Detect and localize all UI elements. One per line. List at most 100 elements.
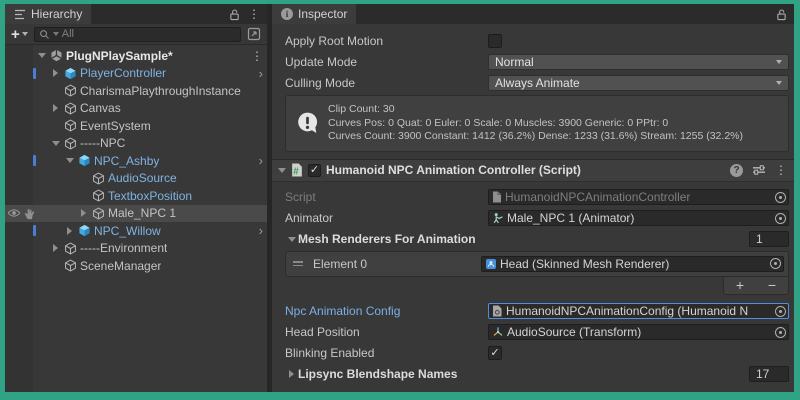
eye-icon[interactable] bbox=[7, 207, 21, 220]
mesh-renderers-element-row[interactable]: Element 0 Head (Skinned Mesh Renderer) bbox=[285, 251, 789, 277]
foldout-open-icon[interactable] bbox=[278, 168, 286, 173]
hierarchy-tab-icon bbox=[14, 9, 26, 20]
hierarchy-search-input[interactable]: All bbox=[34, 27, 241, 42]
warning-bubble-icon bbox=[295, 111, 320, 136]
foldout-closed-icon[interactable] bbox=[77, 209, 90, 217]
remove-element-button[interactable]: − bbox=[768, 278, 776, 292]
prefab-override-bar bbox=[33, 225, 36, 236]
drag-handle-icon[interactable] bbox=[293, 261, 303, 266]
script-object-field[interactable]: HumanoidNPCAnimationController bbox=[488, 189, 789, 205]
tree-row-label: PlugNPlaySample* bbox=[66, 49, 173, 63]
animator-object-field[interactable]: Male_NPC 1 (Animator) bbox=[488, 210, 789, 226]
inspector-tabbar: i Inspector bbox=[272, 4, 794, 24]
update-mode-label: Update Mode bbox=[285, 55, 488, 69]
lock-icon[interactable] bbox=[776, 8, 787, 21]
element-object-field[interactable]: Head (Skinned Mesh Renderer) bbox=[481, 256, 784, 272]
tree-row-label: CharismaPlaythroughInstance bbox=[80, 84, 241, 98]
foldout-closed-icon[interactable] bbox=[289, 370, 294, 378]
component-enabled-checkbox[interactable]: ✓ bbox=[308, 164, 321, 177]
gameobject-cube-icon bbox=[90, 207, 106, 220]
add-element-button[interactable]: + bbox=[736, 278, 744, 292]
hierarchy-menu-icon[interactable]: ⋮ bbox=[248, 8, 260, 20]
animator-label: Animator bbox=[285, 211, 488, 225]
tree-row-canvas[interactable]: Canvas bbox=[5, 100, 267, 118]
tree-row-label: EventSystem bbox=[80, 119, 151, 133]
prefab-cube-icon bbox=[76, 154, 92, 167]
gameobject-cube-icon bbox=[62, 242, 78, 255]
script-row: Script HumanoidNPCAnimationController bbox=[272, 187, 794, 208]
blinking-enabled-checkbox[interactable]: ✓ bbox=[488, 346, 502, 360]
lipsync-label: Lipsync Blendshape Names bbox=[285, 367, 488, 381]
npc-animation-config-label: Npc Animation Config bbox=[285, 304, 488, 318]
mesh-renderers-header-row[interactable]: Mesh Renderers For Animation 1 bbox=[272, 229, 794, 250]
tree-row-label: TextboxPosition bbox=[108, 189, 192, 203]
prefab-open-chevron-icon[interactable]: › bbox=[259, 154, 263, 167]
gameobject-cube-icon bbox=[62, 137, 78, 150]
scene-menu-icon[interactable]: ⋮ bbox=[251, 50, 263, 62]
inspector-tab[interactable]: i Inspector bbox=[272, 4, 356, 24]
head-position-label: Head Position bbox=[285, 325, 488, 339]
object-picker-icon[interactable] bbox=[770, 258, 781, 269]
npc-animation-config-row: Npc Animation Config HumanoidNPCAnimatio… bbox=[272, 301, 794, 322]
component-menu-icon[interactable]: ⋮ bbox=[775, 164, 787, 176]
tree-row-audiosource[interactable]: AudioSource bbox=[5, 170, 267, 188]
foldout-open-icon[interactable] bbox=[288, 237, 296, 242]
object-picker-icon[interactable] bbox=[775, 306, 786, 317]
gameobject-cube-icon bbox=[62, 102, 78, 115]
object-picker-icon[interactable] bbox=[775, 213, 786, 224]
foldout-open-icon[interactable] bbox=[63, 158, 76, 163]
foldout-closed-icon[interactable] bbox=[49, 69, 62, 77]
prefab-open-chevron-icon[interactable]: › bbox=[259, 67, 263, 80]
unity-scene-icon bbox=[48, 49, 64, 62]
foldout-closed-icon[interactable] bbox=[49, 244, 62, 252]
culling-mode-label: Culling Mode bbox=[285, 76, 488, 90]
apply-root-motion-label: Apply Root Motion bbox=[285, 34, 488, 48]
tree-row-environment[interactable]: -----Environment bbox=[5, 240, 267, 258]
tree-row-label: AudioSource bbox=[108, 171, 177, 185]
search-filter-caret-icon[interactable] bbox=[53, 32, 59, 36]
foldout-closed-icon[interactable] bbox=[49, 104, 62, 112]
object-picker-icon[interactable] bbox=[775, 327, 786, 338]
head-position-field[interactable]: AudioSource (Transform) bbox=[488, 324, 789, 340]
tree-row-plugnplaysample[interactable]: PlugNPlaySample* ⋮ bbox=[5, 47, 267, 65]
foldout-open-icon[interactable] bbox=[35, 53, 48, 58]
scene-picker-window-icon[interactable] bbox=[247, 27, 261, 41]
hierarchy-tab[interactable]: Hierarchy bbox=[5, 4, 91, 24]
tree-row-npc-willow[interactable]: NPC_Willow› bbox=[5, 222, 267, 240]
help-icon[interactable]: ? bbox=[730, 164, 743, 177]
object-picker-icon[interactable] bbox=[775, 192, 786, 203]
animator-row: Animator Male_NPC 1 (Animator) bbox=[272, 208, 794, 229]
foldout-open-icon[interactable] bbox=[49, 141, 62, 146]
inspector-body: Apply Root Motion Update Mode Normal Cul… bbox=[272, 24, 794, 392]
tree-row-npc-ashby[interactable]: NPC_Ashby› bbox=[5, 152, 267, 170]
update-mode-row: Update Mode Normal bbox=[272, 51, 794, 72]
script-file-icon bbox=[492, 191, 502, 203]
tree-row-npc[interactable]: -----NPC bbox=[5, 135, 267, 153]
lipsync-size-field[interactable]: 17 bbox=[749, 366, 789, 382]
presets-icon[interactable] bbox=[752, 164, 766, 176]
transform-icon bbox=[492, 326, 504, 338]
create-object-button[interactable]: + bbox=[11, 27, 28, 42]
npc-animation-config-field[interactable]: HumanoidNPCAnimationConfig (Humanoid N bbox=[488, 303, 789, 319]
scriptable-object-icon bbox=[492, 305, 503, 317]
tree-row-scenemanager[interactable]: SceneManager bbox=[5, 257, 267, 275]
lock-icon[interactable] bbox=[229, 8, 240, 21]
prefab-open-chevron-icon[interactable]: › bbox=[259, 224, 263, 237]
tree-row-male-npc-1[interactable]: Male_NPC 1 bbox=[5, 205, 267, 223]
foldout-closed-icon[interactable] bbox=[63, 227, 76, 235]
pick-icon[interactable] bbox=[23, 207, 36, 220]
mesh-renderers-size-field[interactable]: 1 bbox=[749, 231, 789, 247]
script-component-header[interactable]: # ✓ Humanoid NPC Animation Controller (S… bbox=[272, 159, 794, 182]
blinking-enabled-row: Blinking Enabled ✓ bbox=[272, 343, 794, 364]
tree-row-charismaplaythroughinstance[interactable]: CharismaPlaythroughInstance bbox=[5, 82, 267, 100]
tree-row-eventsystem[interactable]: EventSystem bbox=[5, 117, 267, 135]
tree-row-textboxposition[interactable]: TextboxPosition bbox=[5, 187, 267, 205]
tree-row-playercontroller[interactable]: PlayerController› bbox=[5, 65, 267, 83]
tree-row-label: -----Environment bbox=[80, 241, 167, 255]
update-mode-dropdown[interactable]: Normal bbox=[488, 54, 789, 70]
apply-root-motion-checkbox[interactable] bbox=[488, 34, 502, 48]
curves-pos-text: Curves Pos: 0 Quat: 0 Euler: 0 Scale: 0 … bbox=[328, 117, 780, 131]
animator-info-box: Clip Count: 30 Curves Pos: 0 Quat: 0 Eul… bbox=[285, 95, 789, 152]
lipsync-blendshape-names-row[interactable]: Lipsync Blendshape Names 17 bbox=[272, 364, 794, 385]
culling-mode-dropdown[interactable]: Always Animate bbox=[488, 75, 789, 91]
